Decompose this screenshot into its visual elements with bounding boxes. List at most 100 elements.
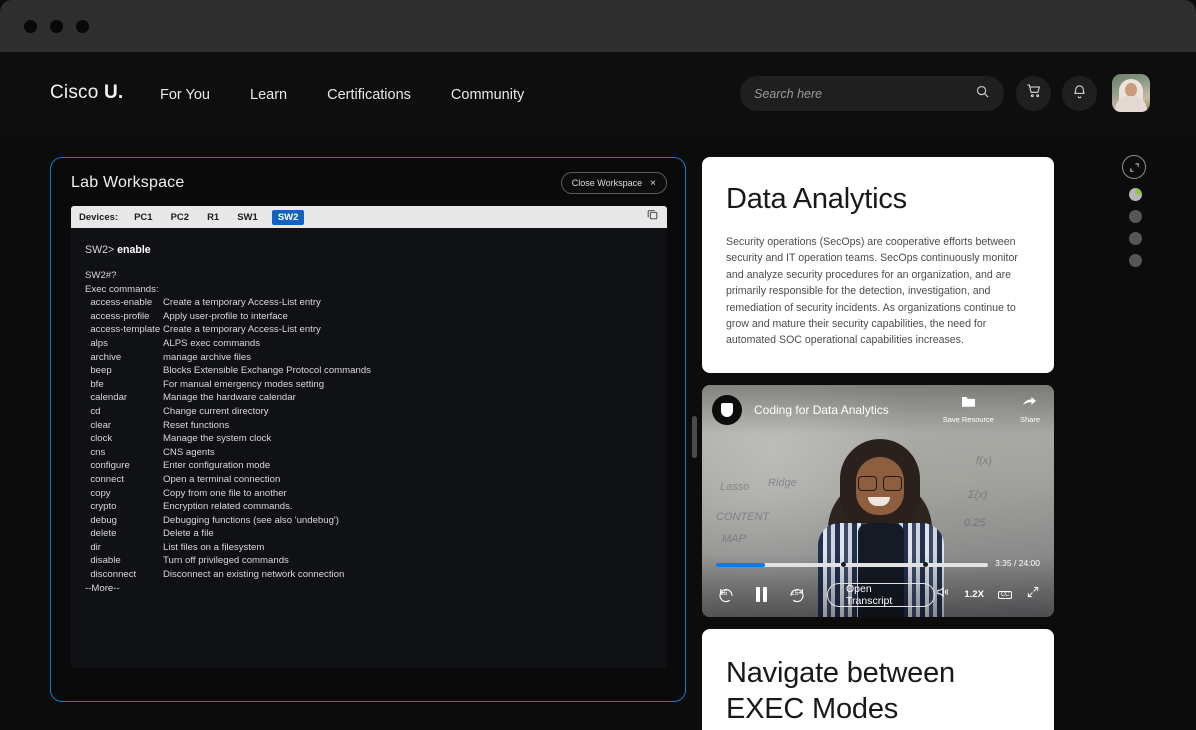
- terminal-command-name: bfe: [85, 378, 104, 390]
- terminal-command-desc: List files on a filesystem: [163, 541, 265, 553]
- video-header: Coding for Data Analytics Save Resource …: [702, 384, 1054, 435]
- terminal-command-row: crypto Encryption related commands.: [85, 500, 653, 514]
- terminal-command-desc: Blocks Extensible Exchange Protocol comm…: [163, 365, 371, 377]
- terminal-command-name: calendar: [85, 392, 128, 404]
- terminal-more-line: --More--: [85, 582, 120, 594]
- window-close-dot[interactable]: [24, 20, 37, 33]
- video-right-controls: 1.2X CC: [935, 585, 1040, 604]
- nav-item-certifications[interactable]: Certifications: [323, 85, 415, 105]
- whiteboard-scribble: CONTENT: [716, 510, 770, 523]
- terminal-spacer: [85, 260, 653, 269]
- expand-button[interactable]: [1122, 155, 1146, 179]
- app-window: Cisco U. For You Learn Certifications Co…: [0, 0, 1196, 730]
- terminal-command-row: disable Turn off privileged commands: [85, 554, 653, 568]
- rail-dot-1[interactable]: [1128, 188, 1142, 201]
- terminal-query-line: SW2#?: [85, 270, 117, 281]
- whiteboard-scribble: f(x): [976, 454, 992, 467]
- share-icon: [1023, 397, 1037, 406]
- device-tab-pc2[interactable]: PC2: [167, 210, 193, 225]
- terminal-output[interactable]: SW2> enable SW2#? Exec commands: access-…: [71, 228, 667, 668]
- terminal-prompt-line: SW2> enable: [85, 240, 653, 260]
- terminal-command-name: access-template: [85, 324, 161, 336]
- rail-dot-4[interactable]: [1128, 254, 1142, 267]
- search-bar[interactable]: [740, 76, 1004, 111]
- nav-item-community[interactable]: Community: [447, 85, 528, 105]
- brand-logo[interactable]: Cisco U.: [50, 82, 123, 104]
- terminal-command-desc: Open a terminal connection: [163, 473, 281, 485]
- notifications-button[interactable]: [1062, 76, 1097, 111]
- devices-label: Devices:: [79, 211, 119, 223]
- terminal-command-desc: Delete a file: [163, 528, 214, 540]
- terminal-command-name: disconnect: [85, 569, 137, 581]
- whiteboard-scribble: Lasso: [720, 480, 750, 493]
- terminal-command-name: clock: [85, 433, 113, 445]
- volume-icon[interactable]: [935, 585, 950, 604]
- terminal-command-desc: Encryption related commands.: [163, 501, 293, 513]
- terminal-command-name: cns: [85, 446, 106, 458]
- video-logo-icon: [712, 394, 742, 425]
- forward-15-button[interactable]: 15: [787, 586, 807, 604]
- rewind-15-button[interactable]: 15: [716, 586, 736, 604]
- panel-resize-handle[interactable]: [692, 416, 697, 458]
- terminal-command: enable: [117, 244, 151, 256]
- open-transcript-button[interactable]: Open Transcript: [827, 582, 936, 607]
- terminal-command-row: clear Reset functions: [85, 419, 653, 433]
- rail-dot-3[interactable]: [1128, 232, 1142, 245]
- terminal-command-row: debug Debugging functions (see also 'unde…: [85, 514, 653, 528]
- avatar[interactable]: [1112, 74, 1150, 112]
- rail-dot-2[interactable]: [1128, 210, 1142, 223]
- device-tab-pc1[interactable]: PC1: [130, 210, 156, 225]
- terminal-command-name: delete: [85, 528, 117, 540]
- search-input[interactable]: [740, 76, 975, 111]
- fullscreen-icon[interactable]: [1026, 585, 1040, 604]
- terminal-command-name: access-enable: [85, 297, 153, 309]
- window-maximize-dot[interactable]: [76, 20, 89, 33]
- video-progress-bar[interactable]: [716, 561, 988, 567]
- folder-icon: [961, 397, 975, 408]
- nav-item-for-you[interactable]: For You: [156, 85, 214, 105]
- window-minimize-dot[interactable]: [50, 20, 63, 33]
- avatar-face: [1125, 83, 1137, 97]
- terminal-command-row: dir List files on a filesystem: [85, 541, 653, 555]
- terminal-command-desc: Reset functions: [163, 419, 230, 431]
- window-titlebar: [0, 0, 1196, 52]
- chapter-marker[interactable]: [841, 561, 847, 567]
- device-tab-sw2[interactable]: SW2: [271, 209, 305, 225]
- terminal-command-name: configure: [85, 460, 130, 472]
- terminal-command-row: cd Change current directory: [85, 405, 653, 419]
- terminal-command-name: disable: [85, 555, 121, 567]
- terminal-command-desc: Disconnect an existing network connectio…: [163, 569, 345, 581]
- device-tab-bar: Devices: PC1 PC2 R1 SW1 SW2: [71, 206, 667, 228]
- share-button[interactable]: Share: [1020, 395, 1040, 424]
- cart-button[interactable]: [1016, 76, 1051, 111]
- video-player[interactable]: Lasso Ridge CONTENT MAP Σ(x) 0.25 f(x) C…: [702, 384, 1054, 617]
- data-analytics-card: Data Analytics Security operations (SecO…: [702, 157, 1054, 373]
- chapter-marker[interactable]: [922, 561, 928, 567]
- terminal-command-row: alps ALPS exec commands: [85, 337, 653, 351]
- copy-icon[interactable]: [646, 208, 659, 226]
- closed-captions-button[interactable]: CC: [997, 590, 1012, 599]
- terminal-command-desc: For manual emergency modes setting: [163, 378, 325, 390]
- nav-item-learn[interactable]: Learn: [246, 85, 291, 105]
- terminal-command-desc: Enter configuration mode: [163, 460, 271, 472]
- progress-rail: [1122, 155, 1148, 267]
- expand-icon: [1129, 162, 1139, 172]
- search-icon[interactable]: [975, 84, 1004, 104]
- brand-bold: U.: [104, 82, 124, 103]
- whiteboard-scribble: MAP: [722, 532, 746, 545]
- device-tab-sw1[interactable]: SW1: [233, 210, 262, 225]
- terminal-command-row: beep Blocks Extensible Exchange Protocol …: [85, 364, 653, 378]
- share-label: Share: [1019, 415, 1040, 425]
- close-workspace-button[interactable]: Close Workspace ×: [560, 172, 667, 194]
- window-controls[interactable]: [24, 20, 89, 33]
- device-tab-r1[interactable]: R1: [203, 210, 223, 225]
- data-analytics-body: Security operations (SecOps) are coopera…: [726, 236, 1018, 347]
- terminal-command-row: bfe For manual emergency modes setting: [85, 378, 653, 392]
- save-resource-button[interactable]: Save Resource: [943, 395, 994, 424]
- terminal-command-name: connect: [85, 473, 124, 485]
- whiteboard-scribble: Ridge: [768, 476, 797, 489]
- whiteboard-scribble: 0.25: [964, 516, 986, 529]
- exec-modes-title: Navigate between EXEC Modes: [726, 656, 955, 725]
- playback-speed-button[interactable]: 1.2X: [964, 589, 984, 600]
- pause-button[interactable]: [756, 587, 767, 603]
